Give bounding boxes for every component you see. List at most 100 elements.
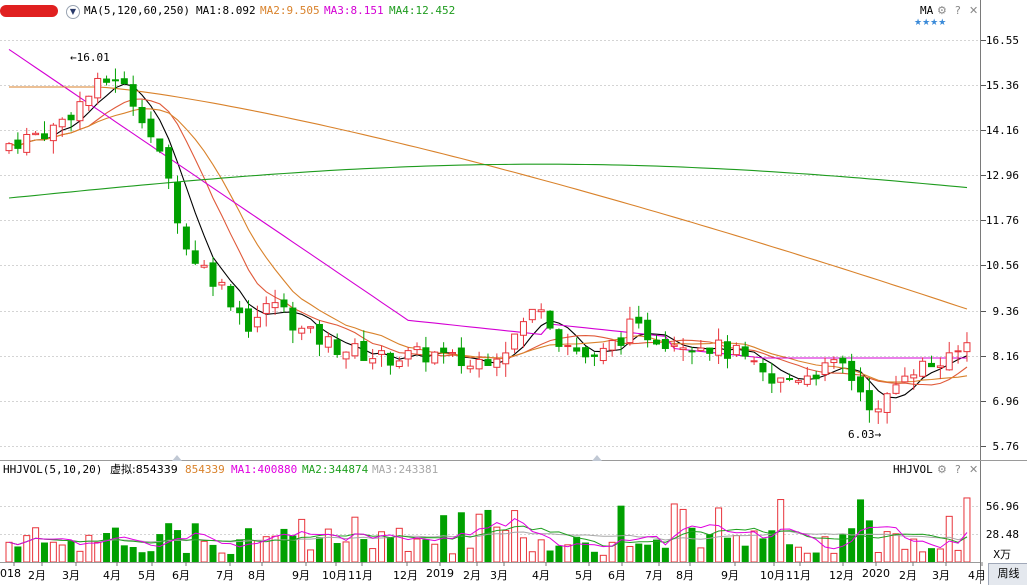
volume-bar (768, 530, 776, 563)
ma-indicator-name: MA(5,120,60,250) (84, 4, 190, 17)
volume-bar (954, 549, 962, 563)
candle-body (883, 393, 891, 413)
volume-bar (236, 539, 244, 563)
candle-body (475, 358, 483, 370)
x-axis-label: 4月 (968, 569, 986, 582)
x-axis-label: 8月 (248, 569, 266, 582)
volume-bar (564, 544, 572, 563)
candle-body (945, 352, 953, 371)
candle-body (85, 95, 93, 107)
x-axis-label: 7月 (645, 569, 663, 582)
volume-virtual: 虚拟:854339 (110, 463, 178, 476)
stock-name[interactable] (0, 2, 60, 20)
candle-body (449, 352, 456, 355)
chevron-down-icon[interactable]: ▼ (66, 5, 80, 19)
candle-body (307, 326, 315, 329)
volume-ma1: MA1:400880 (231, 463, 298, 476)
candle-body (528, 308, 536, 321)
volume-bar (227, 553, 235, 563)
candle-body (599, 347, 607, 362)
candle-body (431, 351, 439, 364)
price-tick-label: 12.96 (985, 168, 1019, 182)
volume-bar (191, 523, 199, 563)
candle-body (759, 363, 767, 373)
volume-value: 854339 (185, 463, 225, 476)
volume-bar (874, 551, 882, 563)
candle-body (289, 307, 297, 331)
ma2-short-line (8, 108, 968, 383)
candle-body (333, 339, 341, 355)
volume-bar (449, 553, 456, 563)
ma2-value: MA2:9.505 (260, 4, 320, 17)
candle-body (94, 77, 102, 99)
x-axis-label: 2019 (426, 567, 454, 580)
volume-bar (457, 512, 465, 563)
volume-bar (85, 534, 93, 563)
stock-name-badge (0, 5, 58, 17)
candle-body (324, 336, 332, 348)
volume-close-icon[interactable]: ✕ (969, 461, 978, 479)
candle-body (280, 299, 288, 308)
volume-bar (67, 541, 75, 563)
indicator-dropdown[interactable]: ▼ (66, 2, 80, 20)
volume-bar (794, 546, 802, 563)
volume-bar (537, 539, 545, 563)
volume-bar (298, 518, 306, 563)
candle-body (404, 350, 412, 360)
price-tick-label: 6.96 (992, 394, 1020, 408)
volume-bar (910, 538, 918, 563)
candle-body (892, 384, 900, 394)
candle-body (608, 340, 616, 351)
volume-bar (732, 535, 740, 563)
help-icon[interactable]: ? (955, 2, 961, 20)
candle-body (555, 329, 563, 347)
x-axis-label: 11月 (348, 569, 373, 582)
volume-bar (111, 527, 119, 563)
candle-body (821, 362, 829, 375)
volume-bar (697, 547, 705, 563)
volume-bar (395, 527, 403, 563)
volume-bar (626, 545, 634, 563)
volume-bar (927, 548, 935, 563)
candle-body (857, 376, 865, 393)
x-axis-label: 10月 (322, 569, 347, 582)
x-axis-label: 6月 (608, 569, 626, 582)
volume-bar (688, 527, 696, 563)
candle-body (422, 347, 430, 363)
candle-body (963, 342, 971, 353)
candle-body (262, 303, 270, 314)
x-axis-label: 6月 (172, 569, 190, 582)
x-axis-label: 3月 (62, 569, 80, 582)
price-tick-label: 10.56 (985, 258, 1019, 272)
volume-bar (936, 548, 944, 563)
candle-body (271, 302, 279, 309)
candle-body (174, 182, 182, 224)
candle-body (40, 133, 48, 140)
volume-bar (147, 551, 155, 563)
candle-body (378, 350, 386, 355)
volume-bar (786, 544, 794, 563)
volume-bar (209, 544, 217, 563)
candle-body (511, 333, 519, 350)
volume-bar (670, 503, 678, 563)
candle-body (519, 321, 527, 336)
volume-bar (848, 528, 856, 563)
x-axis-label: 10月 (760, 569, 785, 582)
high-annotation: ←16.01 (70, 51, 110, 64)
candle-body (360, 341, 368, 361)
volume-bar (528, 551, 536, 563)
ma4-value: MA4:12.452 (389, 4, 456, 17)
close-icon[interactable]: ✕ (969, 2, 978, 20)
volume-bar (23, 535, 31, 563)
volume-bar (58, 544, 66, 563)
volume-help-icon[interactable]: ? (955, 461, 961, 479)
volume-bar (723, 537, 731, 563)
candle-body (466, 365, 474, 370)
volume-gear-icon[interactable]: ⚙ (937, 461, 947, 479)
period-button[interactable]: 周线 (988, 563, 1027, 585)
volume-bar (32, 527, 40, 563)
candle-body (573, 347, 581, 352)
volume-bar (174, 530, 182, 563)
candle-body (644, 319, 652, 341)
x-axis-label: 3月 (490, 569, 508, 582)
